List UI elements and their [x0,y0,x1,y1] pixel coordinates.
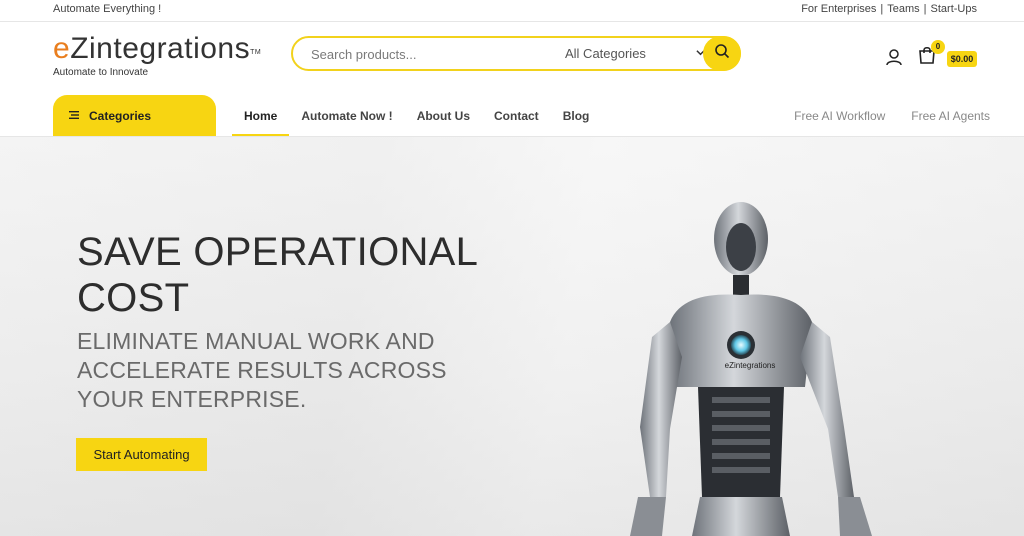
category-select[interactable]: All Categories [565,46,705,61]
nav-automate-now[interactable]: Automate Now ! [289,95,404,136]
link-teams[interactable]: Teams [887,3,919,15]
top-tagline: Automate Everything ! [53,3,162,15]
nav-free-ai-agents[interactable]: Free AI Agents [911,95,990,137]
hero-title: SAVE OPERATIONAL COST [77,230,477,320]
robot-illustration: eZintegrations [630,202,872,536]
nav-free-ai-workflow[interactable]: Free AI Workflow [794,95,885,137]
search-icon [714,43,730,64]
search-button[interactable] [703,36,741,71]
logo-wordmark: eZintegrationsTM [53,32,261,66]
hero-banner: SAVE OPERATIONAL COST ELIMINATE MANUAL W… [0,137,1024,536]
category-select-value: All Categories [565,46,646,61]
primary-menu: Home Automate Now ! About Us Contact Blo… [232,95,601,136]
nav-contact[interactable]: Contact [482,95,551,136]
audience-links: For Enterprises | Teams | Start-Ups [801,3,977,15]
logo-text: integrations [89,32,251,65]
logo-tagline: Automate to Innovate [53,67,149,78]
categories-button[interactable]: Categories [53,95,216,136]
cart-count-badge: 0 [931,40,945,54]
site-logo[interactable]: eZintegrationsTM Automate to Innovate [53,32,261,78]
link-enterprises[interactable]: For Enterprises [801,3,876,15]
cart-total[interactable]: $0.00 [947,51,977,67]
categories-label: Categories [89,108,152,123]
product-search: All Categories [291,36,741,71]
link-startups[interactable]: Start-Ups [931,3,977,15]
search-input[interactable] [311,44,541,64]
top-bar: Automate Everything ! For Enterprises | … [0,0,1024,22]
hero-subtitle: ELIMINATE MANUAL WORK AND ACCELERATE RES… [77,328,447,412]
nav-home[interactable]: Home [232,95,290,136]
nav-blog[interactable]: Blog [551,95,602,136]
start-automating-button[interactable]: Start Automating [76,438,207,471]
nav-about-us[interactable]: About Us [405,95,482,136]
main-navigation: Categories Home Automate Now ! About Us … [0,95,1024,137]
separator: | [880,3,884,15]
logo-letter-z: Z [70,32,90,65]
secondary-menu: Free AI Workflow Free AI Agents [794,95,990,137]
logo-trademark: TM [250,49,262,56]
logo-letter-e: e [53,32,71,65]
menu-lines-icon [69,107,79,125]
robot-chest-label: eZintegrations [725,361,776,370]
user-icon[interactable] [885,48,903,66]
separator: | [923,3,927,15]
